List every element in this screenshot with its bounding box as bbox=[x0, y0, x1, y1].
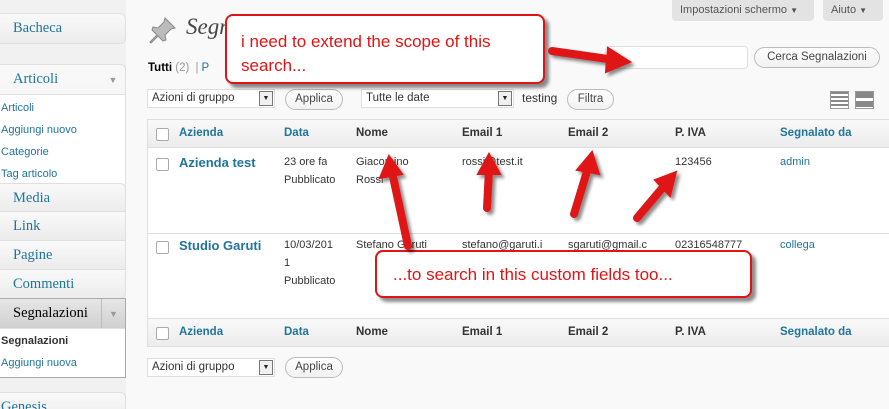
dropdown-arrow-icon: ▼ bbox=[498, 91, 512, 106]
menu-link-label: Link bbox=[13, 218, 41, 234]
dropdown-arrow-icon: ▼ bbox=[259, 91, 273, 106]
pin-icon bbox=[1, 307, 11, 321]
dashboard-icon bbox=[1, 22, 11, 36]
submenu-aggiungi-nuova[interactable]: Aggiungi nuova bbox=[1, 352, 125, 374]
column-azienda[interactable]: Azienda bbox=[179, 326, 223, 338]
screen-options-label: Impostazioni schermo bbox=[680, 4, 787, 16]
filter-all-count: (2) bbox=[175, 62, 190, 74]
filter-button[interactable]: Filtra bbox=[567, 89, 614, 110]
date-filter-select[interactable]: Tutte le date ▼ bbox=[361, 89, 514, 108]
admin-sidebar: Bacheca Articoli ▼ Articoli Aggiungi nuo… bbox=[0, 0, 126, 409]
row-data: 10/03/201 bbox=[284, 239, 333, 251]
excerpt-view-icon[interactable] bbox=[855, 91, 874, 109]
table-header: Azienda Data Nome Email 1 Email 2 P. IVA… bbox=[148, 120, 889, 148]
search-button[interactable]: Cerca Segnalazioni bbox=[754, 47, 880, 68]
menu-link[interactable]: Link bbox=[0, 212, 126, 241]
row-data-cont: 1 bbox=[284, 257, 291, 269]
menu-commenti[interactable]: Commenti bbox=[0, 270, 126, 299]
submenu-tag-articolo[interactable]: Tag articolo bbox=[1, 163, 125, 185]
date-filter-value: Tutte le date bbox=[366, 92, 430, 104]
apply-button-bottom[interactable]: Applica bbox=[285, 357, 343, 378]
column-p-iva: P. IVA bbox=[675, 326, 706, 338]
column-nome: Nome bbox=[356, 326, 388, 338]
menu-genesis-label: Genesis bbox=[1, 399, 47, 409]
select-all-checkbox[interactable] bbox=[156, 327, 169, 340]
reports-table: Azienda Data Nome Email 1 Email 2 P. IVA… bbox=[147, 119, 889, 347]
row-segnalato-da[interactable]: admin bbox=[780, 153, 810, 171]
search-input[interactable] bbox=[605, 46, 748, 69]
posts-icon bbox=[1, 73, 11, 87]
help-button[interactable]: Aiuto ▼ bbox=[823, 0, 883, 21]
menu-media-label: Media bbox=[13, 190, 51, 206]
apply-button-top[interactable]: Applica bbox=[285, 89, 343, 110]
list-view-icon[interactable] bbox=[830, 91, 849, 109]
submenu-articoli[interactable]: Articoli bbox=[1, 97, 125, 119]
custom-filter-label: testing bbox=[522, 91, 558, 105]
menu-bacheca[interactable]: Bacheca bbox=[0, 13, 126, 44]
menu-commenti-label: Commenti bbox=[13, 276, 75, 292]
link-icon bbox=[1, 220, 11, 234]
submenu-segnalazioni[interactable]: Segnalazioni bbox=[1, 330, 125, 352]
column-email-2: Email 2 bbox=[568, 326, 609, 338]
chevron-down-icon: ▼ bbox=[859, 6, 868, 15]
row-status: Pubblicato bbox=[284, 275, 336, 287]
column-data[interactable]: Data bbox=[284, 326, 309, 338]
table-footer: Azienda Data Nome Email 1 Email 2 P. IVA… bbox=[148, 318, 889, 346]
filter-all-link[interactable]: Tutti bbox=[148, 62, 172, 74]
column-azienda[interactable]: Azienda bbox=[179, 127, 223, 139]
row-azienda[interactable]: Azienda test bbox=[179, 154, 256, 172]
media-icon bbox=[1, 192, 11, 206]
row-status: Pubblicato bbox=[284, 174, 336, 186]
help-label: Aiuto bbox=[831, 4, 857, 16]
menu-media[interactable]: Media bbox=[0, 183, 126, 212]
column-segnalato-da[interactable]: Segnalato da bbox=[780, 127, 852, 139]
menu-genesis[interactable]: Genesis bbox=[0, 392, 126, 409]
column-nome: Nome bbox=[356, 127, 388, 139]
annotation-callout-top: i need to extend the scope of this searc… bbox=[225, 14, 545, 84]
menu-segnalazioni[interactable]: Segnalazioni ▼ Segnalazioni Aggiungi nuo… bbox=[0, 298, 126, 378]
menu-bacheca-label: Bacheca bbox=[13, 20, 63, 36]
screen-options-button[interactable]: Impostazioni schermo ▼ bbox=[672, 0, 814, 21]
comments-icon bbox=[1, 278, 11, 292]
column-segnalato-da[interactable]: Segnalato da bbox=[780, 326, 852, 338]
row-data: 23 ore fa bbox=[284, 156, 328, 168]
row-checkbox[interactable] bbox=[156, 241, 169, 254]
column-p-iva: P. IVA bbox=[675, 127, 706, 139]
submenu-categorie[interactable]: Categorie bbox=[1, 141, 125, 163]
status-filter-links: Tutti (2) | P bbox=[148, 62, 209, 74]
annotation-callout-bottom: ...to search in this custom fields too..… bbox=[375, 250, 752, 298]
pages-icon bbox=[1, 249, 11, 263]
row-p-iva: 123456 bbox=[675, 156, 712, 168]
row-email-1: rossi@test.it bbox=[462, 156, 523, 168]
filter-next-link[interactable]: P bbox=[202, 62, 210, 74]
row-segnalato-da[interactable]: collega bbox=[780, 236, 815, 254]
menu-articoli-label: Articoli bbox=[13, 71, 59, 87]
submenu-aggiungi-nuovo[interactable]: Aggiungi nuovo bbox=[1, 119, 125, 141]
pin-icon bbox=[148, 16, 178, 46]
row-checkbox[interactable] bbox=[156, 158, 169, 171]
filter-separator: | bbox=[195, 62, 199, 74]
row-cognome: Rossi bbox=[356, 174, 384, 186]
column-email-2: Email 2 bbox=[568, 127, 609, 139]
bulk-actions-select-bottom[interactable]: Azioni di gruppo ▼ bbox=[147, 358, 275, 377]
menu-segnalazioni-label: Segnalazioni bbox=[13, 305, 88, 321]
chevron-down-icon[interactable]: ▼ bbox=[101, 65, 125, 94]
chevron-down-icon[interactable]: ▼ bbox=[101, 299, 125, 328]
chevron-down-icon: ▼ bbox=[790, 6, 798, 15]
column-email-1: Email 1 bbox=[462, 326, 503, 338]
menu-pagine[interactable]: Pagine bbox=[0, 241, 126, 270]
select-all-checkbox[interactable] bbox=[156, 128, 169, 141]
menu-articoli[interactable]: Articoli ▼ Articoli Aggiungi nuovo Categ… bbox=[0, 64, 126, 189]
bulk-actions-value: Azioni di gruppo bbox=[152, 92, 235, 104]
bulk-actions-value: Azioni di gruppo bbox=[152, 361, 235, 373]
menu-pagine-label: Pagine bbox=[13, 247, 53, 263]
row-divider bbox=[148, 233, 889, 234]
column-data[interactable]: Data bbox=[284, 127, 309, 139]
dropdown-arrow-icon: ▼ bbox=[259, 360, 273, 375]
bulk-actions-select-top[interactable]: Azioni di gruppo ▼ bbox=[147, 89, 275, 108]
row-nome: Giacomino bbox=[356, 156, 409, 168]
column-email-1: Email 1 bbox=[462, 127, 503, 139]
row-azienda[interactable]: Studio Garuti bbox=[179, 237, 261, 255]
